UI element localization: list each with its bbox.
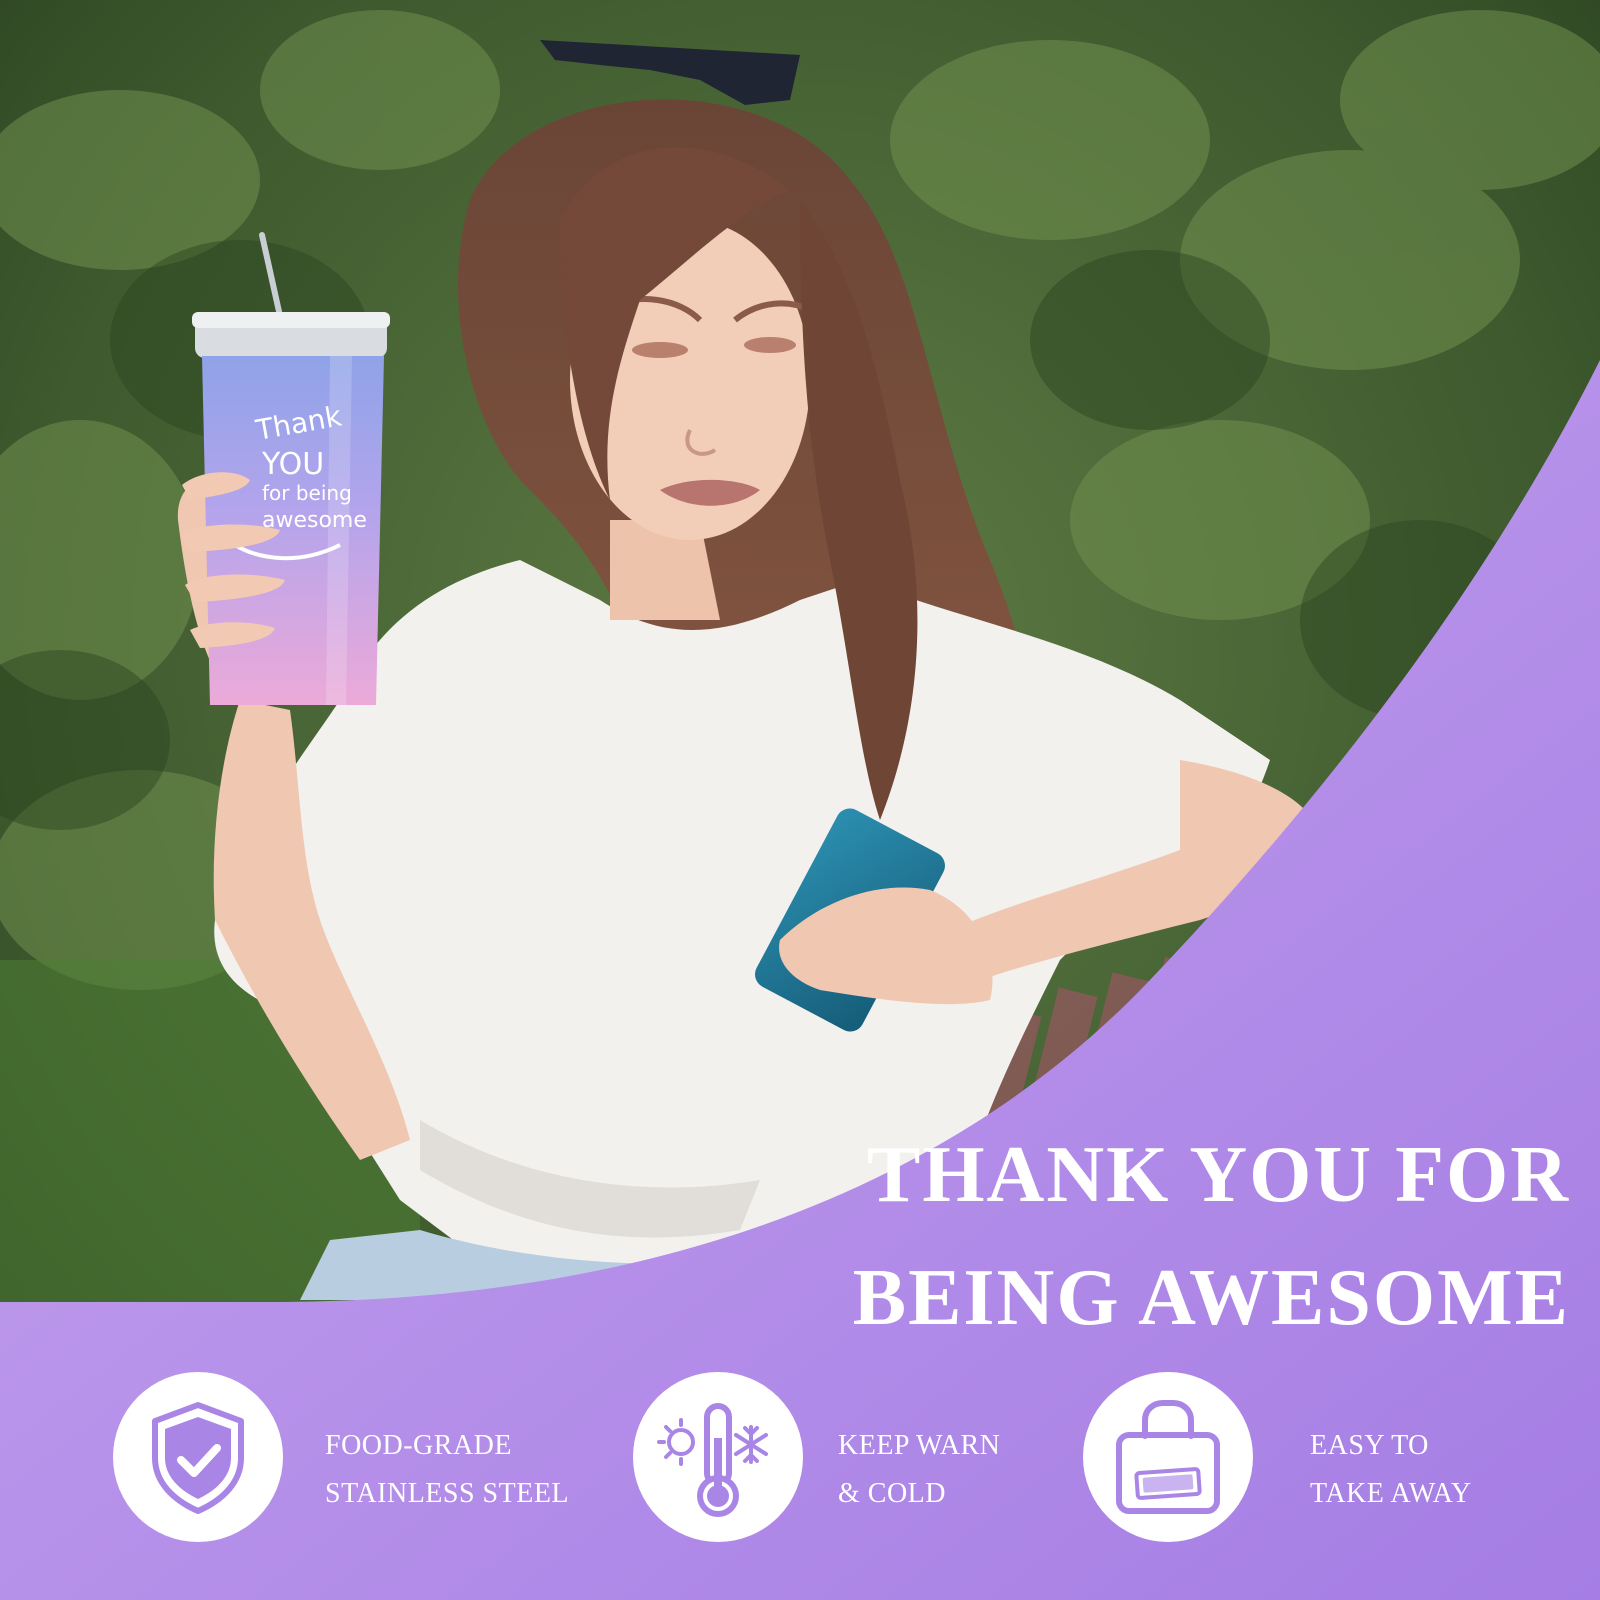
feature-text: KEEP WARN & COLD xyxy=(838,1422,1000,1518)
feature-line-1: EASY TO xyxy=(1310,1430,1429,1461)
feature-line-2: STAINLESS STEEL xyxy=(325,1478,570,1509)
tumbler-print-line3: for being xyxy=(262,481,352,505)
bag-icon xyxy=(1116,1400,1220,1514)
tumbler-print-line2: YOU xyxy=(261,447,324,482)
feature-easy-to-take-away: EASY TO TAKE AWAY xyxy=(1083,1372,1483,1542)
tumbler-print-line4: awesome xyxy=(262,508,367,533)
feature-badge xyxy=(1083,1372,1253,1542)
feature-food-grade: FOOD-GRADE STAINLESS STEEL xyxy=(113,1372,593,1542)
headline-line-2: BEING AWESOME xyxy=(852,1254,1570,1342)
feature-text: FOOD-GRADE STAINLESS STEEL xyxy=(325,1422,569,1518)
feature-badge xyxy=(633,1372,803,1542)
product-photo: Thank YOU for being awesome THANK YOU FO… xyxy=(0,0,1600,1600)
thermometer-sun-snowflake-icon xyxy=(657,1403,768,1517)
shield-check-icon xyxy=(152,1402,244,1514)
feature-line-2: & COLD xyxy=(838,1478,946,1509)
feature-line-1: FOOD-GRADE xyxy=(325,1430,512,1461)
feature-line-1: KEEP WARN xyxy=(838,1430,1001,1461)
feature-badge xyxy=(113,1372,283,1542)
headline-line-1: THANK YOU FOR xyxy=(866,1131,1570,1219)
feature-line-2: TAKE AWAY xyxy=(1310,1478,1472,1509)
feature-text: EASY TO TAKE AWAY xyxy=(1310,1422,1472,1518)
photo-scene: Thank YOU for being awesome xyxy=(0,0,1600,1600)
feature-keep-warm-cold: KEEP WARN & COLD xyxy=(633,1372,1053,1542)
